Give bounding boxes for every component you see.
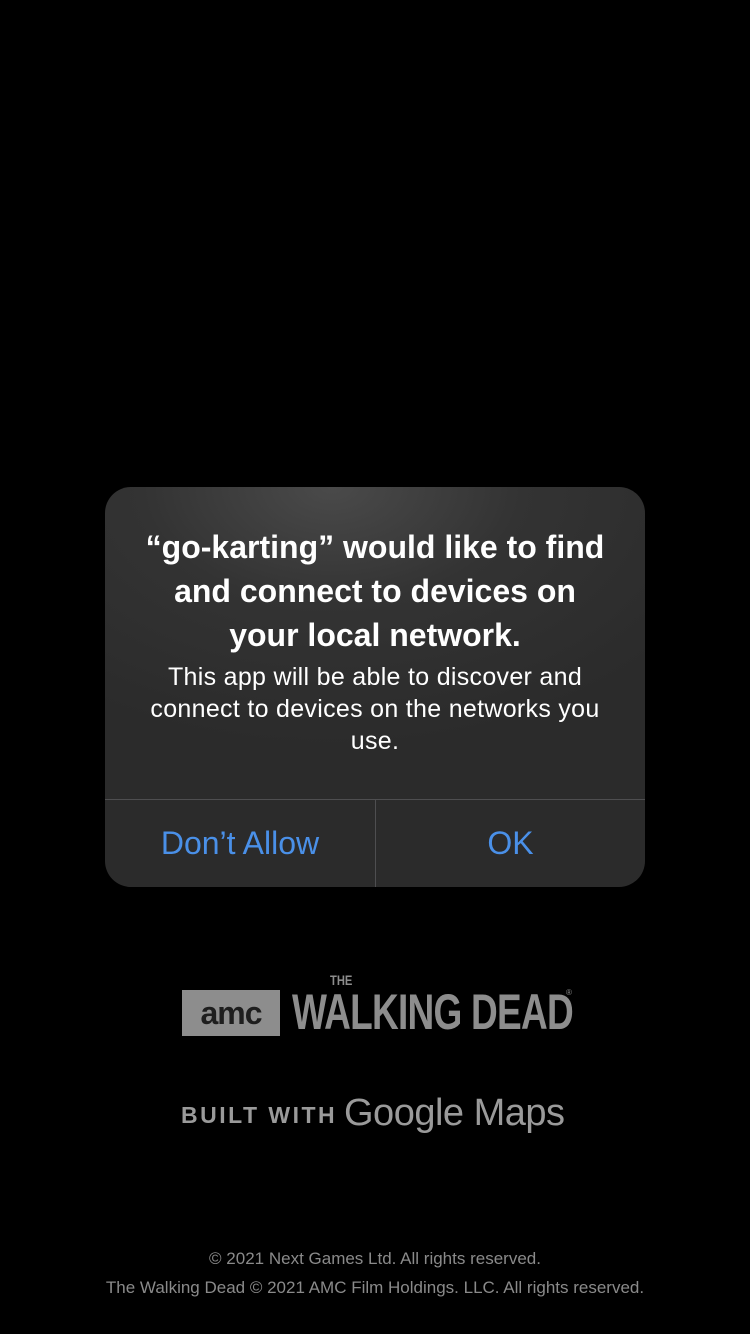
dont-allow-button[interactable]: Don’t Allow [105, 800, 375, 887]
alert-content: “go-karting” would like to find and conn… [105, 487, 645, 799]
amc-logo: amc [182, 990, 280, 1036]
walking-dead-wordmark: WALKING DEAD [292, 984, 574, 1040]
google-maps-logo: Google Maps [344, 1092, 565, 1134]
copyright-next-games: © 2021 Next Games Ltd. All rights reserv… [209, 1249, 541, 1268]
alert-message: This app will be able to discover and co… [150, 663, 600, 755]
splash-screen: “go-karting” would like to find and conn… [0, 0, 750, 1334]
amc-logo-text: amc [200, 995, 262, 1031]
registered-mark: ® [566, 988, 572, 997]
copyright-amc: The Walking Dead © 2021 AMC Film Holding… [105, 1278, 645, 1297]
built-with-label: BUILT WITH [181, 1102, 338, 1128]
alert-title: “go-karting” would like to find and conn… [145, 529, 605, 653]
permission-alert: “go-karting” would like to find and conn… [105, 487, 645, 887]
amc-walking-dead-logo: amc THE WALKING DEAD ® [182, 972, 574, 1038]
ok-button[interactable]: OK [376, 800, 645, 887]
